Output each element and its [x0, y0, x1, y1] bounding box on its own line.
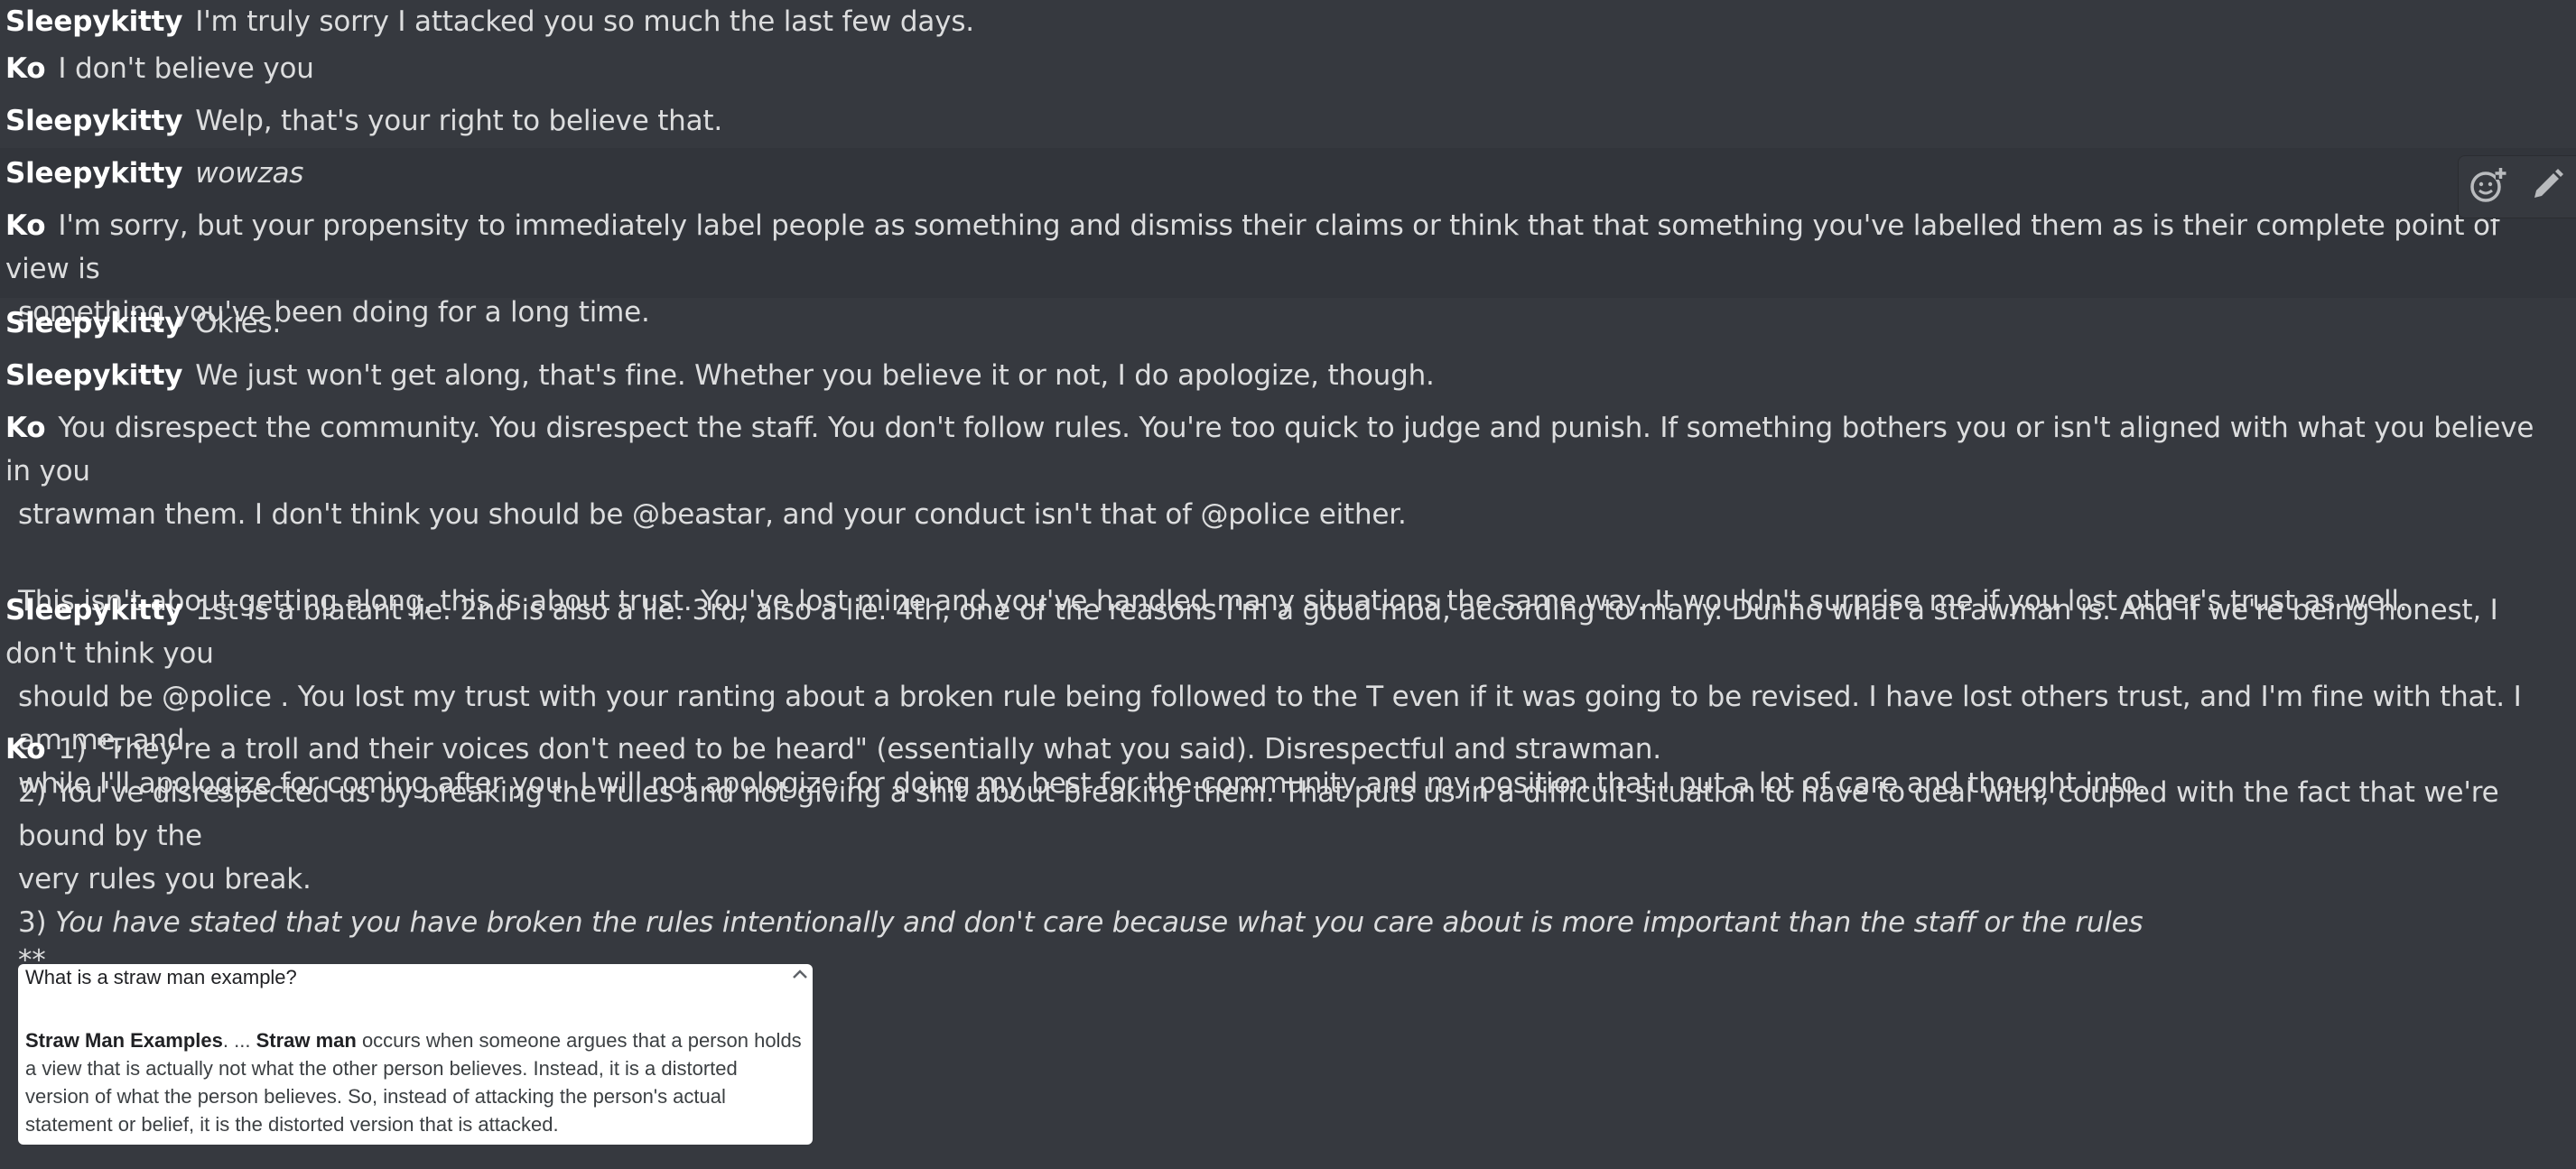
message-author[interactable]: Ko [5, 209, 46, 242]
embedded-search-snippet: What is a straw man example? Straw Man E… [18, 964, 813, 1145]
message[interactable]: Sleepykitty Welp, that's your right to be… [0, 96, 2576, 148]
message-author[interactable]: Sleepykitty [5, 105, 182, 137]
message-text: 1) "They're a troll and their voices don… [58, 733, 1661, 765]
message-author[interactable]: Sleepykitty [5, 157, 182, 190]
snippet-line: statement or belief, it is the distorted… [25, 1113, 559, 1136]
snippet-bold: Straw Man Examples [25, 1029, 223, 1052]
message-author[interactable]: Ko [5, 733, 46, 765]
snippet-bold: Straw man [256, 1029, 357, 1052]
message-text: Okies. [195, 307, 282, 339]
snippet-text: . ... [222, 1029, 256, 1052]
message-toolbar [2458, 155, 2576, 218]
italic-text: You have stated that you have broken the… [55, 906, 2144, 939]
message-text: very rules you break. [18, 863, 312, 895]
message-text: 3) You have stated that you have broken … [5, 901, 2553, 944]
message-text: I don't believe you [58, 52, 314, 85]
message-text: I'm sorry, but your propensity to immedi… [5, 209, 2500, 285]
message-author[interactable]: Sleepykitty [5, 359, 182, 392]
message-text: I'm truly sorry I attacked you so much t… [195, 5, 974, 38]
message[interactable]: Ko You disrespect the community. You disr… [0, 403, 2576, 617]
message-text: 2) You've disrespected us by breaking th… [18, 776, 2499, 852]
list-number: 3) [18, 906, 56, 939]
message[interactable]: Sleepykitty We just won't get along, that… [0, 350, 2576, 403]
message-author[interactable]: Sleepykitty [5, 5, 182, 38]
chat-messages: Sleepykitty I'm truly sorry I attacked yo… [0, 0, 2576, 1107]
snippet-line: version of what the person believes. So,… [25, 1085, 726, 1108]
message-text: You disrespect the community. You disres… [5, 412, 2534, 487]
add-reaction-icon [2469, 166, 2507, 208]
snippet-body: Straw Man Examples. ... Straw man occurs… [25, 1026, 811, 1138]
snippet-line: a view that is actually not what the oth… [25, 1057, 738, 1080]
message[interactable]: Sleepykitty I'm truly sorry I attacked yo… [0, 0, 2576, 43]
message-author[interactable]: Ko [5, 412, 46, 444]
message[interactable]: Ko I'm sorry, but your propensity to imme… [0, 200, 2576, 329]
message[interactable]: Sleepykitty Okies. [0, 298, 2576, 350]
snippet-text: occurs when someone argues that a person… [356, 1029, 802, 1052]
message-text: strawman them. I don't think you should … [18, 498, 1407, 531]
message[interactable]: Ko I don't believe you [0, 43, 2576, 96]
snippet-line: Straw Man Examples. ... Straw man occurs… [25, 1026, 811, 1054]
edit-button[interactable] [2525, 165, 2569, 209]
snippet-question: What is a straw man example? [25, 966, 297, 988]
message-author[interactable]: Sleepykitty [5, 307, 182, 339]
message-text: wowzas [195, 157, 304, 190]
add-reaction-button[interactable] [2467, 165, 2510, 209]
message-text: 1st is a blatant lie. 2nd is also a lie.… [5, 594, 2498, 670]
message-author[interactable]: Ko [5, 52, 46, 85]
chevron-up-icon[interactable] [791, 964, 809, 984]
message[interactable]: Sleepykitty wowzas [0, 148, 2576, 200]
message-author[interactable]: Sleepykitty [5, 594, 182, 626]
edit-icon [2530, 168, 2564, 206]
message[interactable]: Sleepykitty 1st is a blatant lie. 2nd is … [0, 585, 2576, 800]
message-text: We just won't get along, that's fine. Wh… [195, 359, 1435, 392]
message-text: Welp, that's your right to believe that. [195, 105, 723, 137]
